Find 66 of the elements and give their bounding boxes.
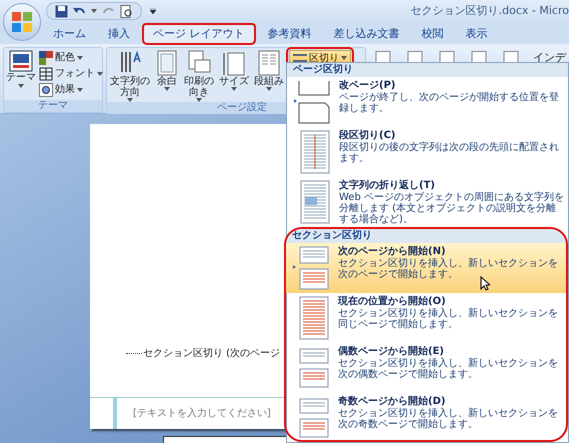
menu-section-header: ページ区切り: [287, 63, 568, 77]
menu-item-title: 段区切り(C): [339, 129, 396, 142]
caret-icon: [97, 72, 103, 76]
theme-option[interactable]: フォント: [39, 66, 103, 81]
caret-icon: [77, 56, 83, 60]
columns-icon: [257, 50, 281, 76]
menu-item[interactable]: 偶数ページから開始(E) セクション区切りを挿入し、新しいセクションを次の偶数ページで開始します。: [286, 343, 566, 393]
window-title: セクション区切り.docx - Micro: [410, 2, 569, 19]
caret-icon: [266, 87, 272, 91]
breaks-icon: [293, 53, 307, 63]
ribbon-button[interactable]: 文字列の 方向: [109, 50, 151, 102]
ribbon-button[interactable]: 余白: [154, 50, 180, 102]
theme-option[interactable]: 効果: [39, 82, 103, 97]
ribbon-button[interactable]: 印刷の 向き: [183, 50, 215, 102]
ribbon-tab[interactable]: 差し込み文書: [324, 24, 408, 44]
menu-section-header: セクション区切り: [286, 229, 566, 243]
theme-icon: [9, 50, 33, 72]
theme-button[interactable]: テーマ: [6, 50, 36, 100]
ribbon-button[interactable]: サイズ: [218, 50, 250, 102]
page-size-icon: [222, 50, 246, 76]
color-swatch-icon: [39, 50, 53, 64]
customize-caret-icon[interactable]: [150, 8, 156, 14]
menu-item[interactable]: 奇数ページから開始(D) セクション区切りを挿入し、新しいセクションを次の奇数ページで開始します。: [286, 393, 566, 440]
ribbon-tab[interactable]: 校閲: [412, 24, 452, 44]
theme-option[interactable]: 配色: [39, 50, 103, 65]
menu-item[interactable]: 文字列の折り返し(T) Web ページのオブジェクトの周囲にある文字列を分離します (本文とオブジェクトの説明文を分離する場合など)。: [287, 177, 568, 227]
ribbon-tab[interactable]: 挿入: [99, 24, 139, 44]
menu-item[interactable]: 次のページから開始(N) セクション区切りを挿入し、新しいセクションを次のページで開始します。: [286, 243, 566, 293]
mouse-pointer-icon: [480, 276, 490, 291]
footer-text-field[interactable]: [テキストを入力してください]: [133, 406, 271, 421]
menu-item-description: セクション区切りを挿入し、新しいセクションを同じページで開始します。: [338, 308, 559, 330]
menu-item-description: Web ページのオブジェクトの周囲にある文字列を分離します (本文とオブジェクトの説明文を分離する場合など)。: [339, 192, 564, 225]
menu-item-description: セクション区切りを挿入し、新しいセクションを次の偶数ページで開始します。: [338, 358, 559, 380]
save-icon[interactable]: [55, 4, 68, 18]
ribbon-tab[interactable]: ページ レイアウト: [143, 24, 254, 44]
margin-bar: [113, 398, 117, 429]
menu-item[interactable]: 現在の位置から開始(O) セクション区切りを挿入し、新しいセクションを同じページで開始します。: [286, 293, 566, 343]
effects-icon: [39, 82, 53, 96]
caret-icon: [91, 9, 97, 13]
font-glyph-icon: [39, 66, 53, 80]
menu-item-title: 次のページから開始(N): [338, 245, 447, 258]
ribbon-tab[interactable]: 表示: [456, 24, 496, 44]
menu-item-description: 段区切りの後の文字列は次の段の先頭に配置されます。: [339, 142, 560, 164]
caret-icon: [164, 87, 170, 91]
menu-item-title: 現在の位置から開始(O): [338, 295, 447, 308]
caret-icon: [231, 87, 237, 91]
ribbon-tab[interactable]: 参考資料: [258, 24, 320, 44]
menu-item-title: 奇数ページから開始(D): [338, 395, 446, 408]
section-break-line: [126, 353, 142, 354]
ribbon-tab[interactable]: ホーム: [44, 24, 95, 44]
menu-item-title: 文字列の折り返し(T): [339, 179, 436, 192]
caret-icon: [341, 56, 347, 60]
margins-icon: [155, 50, 179, 76]
ribbon-button[interactable]: 段組み: [253, 50, 285, 102]
group-label: インデ: [533, 51, 566, 65]
section-break-text: セクション区切り (次のページ: [143, 346, 280, 361]
group-label: テーマ: [4, 100, 102, 112]
menu-item-title: 改ページ(P): [339, 79, 396, 92]
menu-item[interactable]: 段区切り(C) 段区切りの後の文字列は次の段の先頭に配置されます。: [287, 127, 568, 177]
menu-item-title: 偶数ページから開始(E): [338, 345, 445, 358]
menu-item-description: セクション区切りを挿入し、新しいセクションを次のページで開始します。: [338, 258, 559, 280]
caret-icon: [18, 84, 24, 88]
caret-icon: [77, 88, 83, 92]
office-logo-icon: [12, 12, 32, 32]
menu-item-description: セクション区切りを挿入し、新しいセクションを次の奇数ページで開始します。: [338, 408, 559, 430]
print-preview-icon[interactable]: [120, 4, 133, 18]
